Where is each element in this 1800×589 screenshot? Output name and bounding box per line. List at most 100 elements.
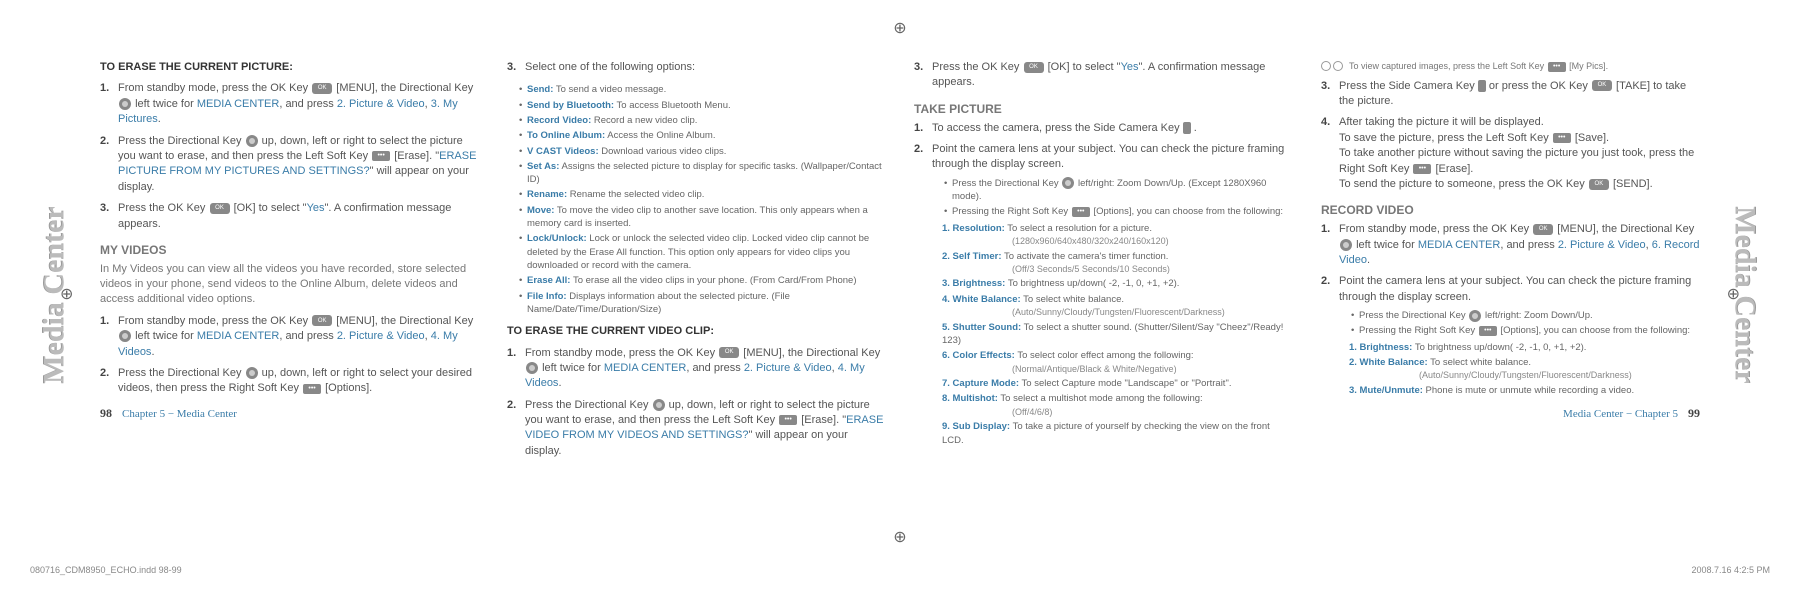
step-item: Press the OK Key OK [OK] to select "Yes"… bbox=[100, 201, 479, 232]
side-camera-key-icon bbox=[1478, 80, 1486, 92]
link-picture-video: 2. Picture & Video bbox=[337, 98, 425, 110]
erase-picture-steps: From standby mode, press the OK Key OK [… bbox=[100, 81, 479, 232]
erase-video-steps: From standby mode, press the OK Key OK [… bbox=[507, 346, 886, 460]
note-row: To view captured images, press the Left … bbox=[1321, 60, 1700, 73]
text: Select one of the following options: bbox=[525, 61, 695, 73]
chapter-label: Media Center − Chapter 5 bbox=[1563, 407, 1678, 422]
list-item: Rename: Rename the selected video clip. bbox=[519, 188, 886, 201]
take-picture-heading: TAKE PICTURE bbox=[914, 101, 1293, 118]
step-item: To access the camera, press the Side Cam… bbox=[914, 121, 1293, 136]
text: , and press bbox=[279, 330, 333, 342]
indd-file-label: 080716_CDM8950_ECHO.indd 98-99 bbox=[30, 564, 182, 577]
left-soft-key-icon: ••• bbox=[779, 415, 797, 425]
text: [OK] to select " bbox=[234, 202, 307, 214]
text: left twice for bbox=[135, 98, 194, 110]
text: Press the OK Key bbox=[118, 202, 205, 214]
text: , bbox=[425, 330, 428, 342]
right-side-tab: Media Center bbox=[1720, 60, 1770, 530]
crop-mark-bottom: ⊕ bbox=[893, 527, 906, 549]
list-item: Send by Bluetooth: To access Bluetooth M… bbox=[519, 99, 886, 112]
list-item: File Info: Displays information about th… bbox=[519, 290, 886, 317]
take-picture-steps: To access the camera, press the Side Cam… bbox=[914, 121, 1293, 447]
list-item: Set As: Assigns the selected picture to … bbox=[519, 160, 886, 187]
ok-key-icon: OK bbox=[719, 347, 739, 358]
step-item: After taking the picture it will be disp… bbox=[1321, 115, 1700, 192]
step-item: Press the Directional Key up, down, left… bbox=[100, 366, 479, 397]
text: [Erase]. " bbox=[394, 150, 439, 162]
directional-key-icon bbox=[119, 98, 131, 110]
link-picture-video: 2. Picture & Video bbox=[337, 330, 425, 342]
link-media-center: MEDIA CENTER bbox=[197, 98, 280, 110]
directional-key-icon bbox=[1062, 177, 1074, 189]
right-tab-label: Media Center bbox=[1724, 206, 1766, 383]
ok-key-icon: OK bbox=[1533, 224, 1553, 235]
step-item: From standby mode, press the OK Key OK [… bbox=[507, 346, 886, 392]
directional-key-icon bbox=[1340, 239, 1352, 251]
take-picture-substeps: Press the Directional Key left/right: Zo… bbox=[932, 177, 1293, 219]
left-tab-label: Media Center bbox=[34, 206, 76, 383]
ok-key-icon: OK bbox=[312, 83, 332, 94]
page-footer-left: 98 Chapter 5 − Media Center bbox=[100, 405, 237, 422]
ok-key-icon: OK bbox=[1024, 62, 1044, 73]
step-item: Point the camera lens at your subject. Y… bbox=[914, 142, 1293, 447]
text: , bbox=[425, 98, 428, 110]
list-item: To Online Album: Access the Online Album… bbox=[519, 129, 886, 142]
video-options-step: Select one of the following options: bbox=[507, 60, 886, 75]
directional-key-icon bbox=[1469, 310, 1481, 322]
erase-video-step3: Press the OK Key OK [OK] to select "Yes"… bbox=[914, 60, 1293, 91]
list-item: Move: To move the video clip to another … bbox=[519, 204, 886, 231]
print-timestamp: 2008.7.16 4:2:5 PM bbox=[1691, 564, 1770, 577]
camera-options-list: 1. Resolution: To select a resolution fo… bbox=[932, 222, 1293, 447]
right-soft-key-icon: ••• bbox=[1413, 164, 1431, 174]
page-footer-right: Media Center − Chapter 5 99 bbox=[1563, 405, 1700, 422]
side-camera-key-icon bbox=[1183, 122, 1191, 134]
text: left twice for bbox=[135, 330, 194, 342]
chapter-label: Chapter 5 − Media Center bbox=[122, 407, 237, 422]
take-picture-steps-cont: Press the Side Camera Key or press the O… bbox=[1321, 79, 1700, 193]
step-item: From standby mode, press the OK Key OK [… bbox=[100, 81, 479, 127]
left-side-tab: Media Center bbox=[30, 60, 80, 530]
camera-note-icon bbox=[1321, 60, 1343, 73]
left-soft-key-icon: ••• bbox=[1548, 62, 1566, 72]
text: , and press bbox=[279, 98, 333, 110]
video-options-list: Send: To send a video message. Send by B… bbox=[507, 83, 886, 316]
left-soft-key-icon: ••• bbox=[1553, 133, 1571, 143]
directional-key-icon bbox=[246, 135, 258, 147]
directional-key-icon bbox=[119, 330, 131, 342]
page-number: 99 bbox=[1688, 405, 1700, 422]
list-item: V CAST Videos: Download various video cl… bbox=[519, 145, 886, 158]
erase-video-heading: TO ERASE THE CURRENT VIDEO CLIP: bbox=[507, 324, 886, 339]
ok-key-icon: OK bbox=[1592, 80, 1612, 91]
right-soft-key-icon: ••• bbox=[303, 384, 321, 394]
erase-picture-heading: TO ERASE THE CURRENT PICTURE: bbox=[100, 60, 479, 75]
text: [MENU], the Directional Key bbox=[336, 315, 473, 327]
body-columns: TO ERASE THE CURRENT PICTURE: From stand… bbox=[100, 60, 1700, 530]
step-item: Press the OK Key OK [OK] to select "Yes"… bbox=[914, 60, 1293, 91]
right-soft-key-icon: ••• bbox=[1479, 326, 1497, 336]
text: Press the Directional Key bbox=[118, 367, 242, 379]
text: From standby mode, press the OK Key bbox=[118, 82, 308, 94]
list-item: Lock/Unlock: Lock or unlock the selected… bbox=[519, 232, 886, 272]
record-options-list: 1. Brightness: To brightness up/down( -2… bbox=[1339, 341, 1700, 397]
step-item: Press the Side Camera Key or press the O… bbox=[1321, 79, 1700, 110]
right-soft-key-icon: ••• bbox=[1072, 207, 1090, 217]
step-item: Point the camera lens at your subject. Y… bbox=[1321, 274, 1700, 397]
text: [MENU], the Directional Key bbox=[336, 82, 473, 94]
list-item: Record Video: Record a new video clip. bbox=[519, 114, 886, 127]
record-video-heading: RECORD VIDEO bbox=[1321, 202, 1700, 219]
crop-mark-top: ⊕ bbox=[893, 18, 906, 40]
step-item: Select one of the following options: bbox=[507, 60, 886, 75]
list-item: Send: To send a video message. bbox=[519, 83, 886, 96]
text: Press the Directional Key bbox=[118, 135, 242, 147]
list-item: Press the Directional Key left/right: Zo… bbox=[944, 177, 1293, 204]
my-videos-heading: MY VIDEOS bbox=[100, 242, 479, 259]
yes-option: Yes bbox=[307, 202, 325, 214]
text: [Options]. bbox=[325, 382, 372, 394]
ok-key-icon: OK bbox=[312, 315, 332, 326]
list-item: Pressing the Right Soft Key ••• [Options… bbox=[944, 205, 1293, 218]
list-item: Erase All: To erase all the video clips … bbox=[519, 274, 886, 287]
my-videos-intro: In My Videos you can view all the videos… bbox=[100, 262, 479, 308]
record-video-substeps: Press the Directional Key left/right: Zo… bbox=[1339, 309, 1700, 338]
ok-key-icon: OK bbox=[210, 203, 230, 214]
ok-key-icon: OK bbox=[1589, 179, 1609, 190]
